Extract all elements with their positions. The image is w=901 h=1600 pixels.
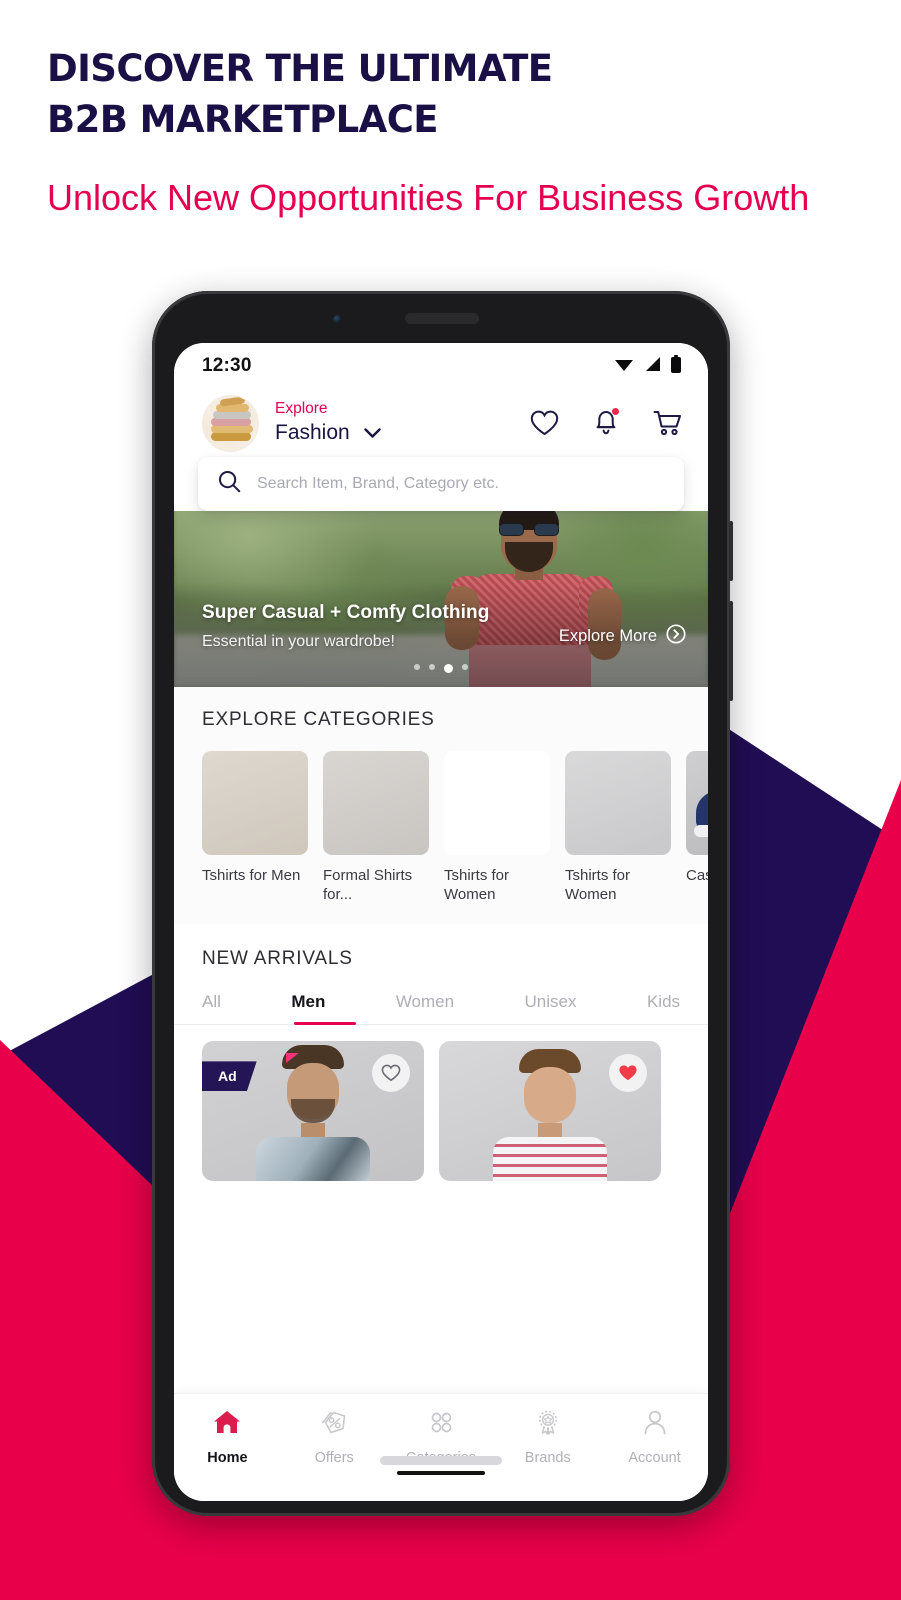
grid-dots-icon — [426, 1408, 456, 1441]
product-model-image — [485, 1049, 615, 1182]
tabs-divider — [174, 1022, 708, 1026]
category-card[interactable]: Tshirts for Men — [202, 751, 308, 904]
search-input[interactable] — [257, 475, 664, 493]
search-bar-wrapper — [174, 457, 708, 511]
nav-item-brands[interactable]: Brands — [502, 1408, 594, 1466]
category-label: Casual Shoes — [686, 867, 708, 884]
promo-headline-line1: DISCOVER THE ULTIMATE — [47, 47, 553, 90]
explore-categories-title: EXPLORE CATEGORIES — [202, 709, 435, 730]
status-bar-time: 12:30 — [202, 355, 252, 376]
notifications-icon[interactable] — [590, 407, 622, 439]
status-bar-icons — [614, 354, 682, 378]
banner-cta-label: Explore More — [558, 627, 657, 645]
explore-category-selector[interactable]: Explore Fashion — [275, 400, 381, 445]
earpiece-speaker — [405, 313, 479, 324]
product-grid[interactable]: Ad — [174, 1025, 708, 1182]
app-header: Explore Fashion — [174, 389, 708, 457]
banner-text-block: Super Casual + Comfy Clothing Essential … — [202, 602, 489, 651]
nav-item-offers[interactable]: Offers — [288, 1408, 380, 1466]
promo-screenshot: DISCOVER THE ULTIMATE B2B MARKETPLACE Un… — [0, 0, 901, 1600]
home-indicator-bar — [397, 1471, 485, 1475]
nav-item-home[interactable]: Home — [181, 1408, 273, 1466]
category-thumbnail — [686, 751, 708, 855]
banner-subtitle: Essential in your wardrobe! — [202, 633, 395, 650]
person-icon — [640, 1408, 670, 1441]
avatar[interactable] — [202, 394, 259, 452]
chevron-down-icon[interactable] — [364, 421, 381, 446]
promo-subheadline: Unlock New Opportunities For Business Gr… — [47, 177, 810, 219]
offers-tag-icon — [319, 1408, 349, 1441]
hero-banner-carousel[interactable]: Super Casual + Comfy Clothing Essential … — [174, 511, 708, 687]
carousel-dot[interactable] — [462, 664, 468, 670]
category-label: Tshirts for Men — [202, 867, 301, 884]
category-card[interactable]: Tshirts for Women — [444, 751, 550, 904]
cellular-signal-icon — [643, 356, 661, 377]
tab-men[interactable]: Men — [291, 992, 325, 1024]
bottom-navigation-bar: Home Offers Brands Account — [174, 1393, 708, 1501]
home-icon — [212, 1408, 242, 1441]
new-arrivals-title: NEW ARRIVALS — [202, 948, 353, 970]
chevron-right-circle-icon — [666, 624, 686, 649]
explore-categories-section: EXPLORE CATEGORIES Tshirts for Men Forma… — [174, 687, 708, 925]
nav-item-account[interactable]: Account — [609, 1408, 701, 1466]
product-card[interactable]: Ad — [202, 1041, 424, 1182]
heart-filled-icon[interactable] — [609, 1054, 647, 1093]
header-actions — [528, 407, 684, 439]
category-label: Formal Shirts for... — [323, 867, 413, 904]
battery-icon — [670, 354, 682, 378]
status-bar: 12:30 — [174, 343, 708, 389]
category-thumbnail — [202, 751, 308, 855]
explore-category-row: Fashion — [275, 421, 381, 446]
category-card[interactable]: Tshirts for Women — [565, 751, 671, 904]
tab-active-underline — [294, 1022, 356, 1026]
nav-label-brands: Brands — [524, 1450, 571, 1466]
nav-label-account: Account — [628, 1450, 681, 1466]
product-model-image — [248, 1045, 378, 1182]
categories-scroller[interactable]: Tshirts for Men Formal Shirts for... Tsh… — [174, 731, 708, 904]
search-icon — [218, 470, 241, 498]
phone-screen: 12:30 Explore Fashion Search Item, Brand… — [174, 343, 708, 1501]
product-card[interactable] — [439, 1041, 661, 1182]
explore-category-label: Fashion — [275, 420, 350, 444]
badge-star-icon — [533, 1408, 563, 1441]
new-arrivals-tabs[interactable]: All Men Women Unisex Kids — [174, 992, 708, 1024]
category-label: Tshirts for Women — [565, 867, 631, 904]
promo-headline-block: DISCOVER THE ULTIMATE B2B MARKETPLACE Un… — [47, 44, 847, 223]
app-scroll-content[interactable]: Super Casual + Comfy Clothing Essential … — [174, 511, 708, 1393]
carousel-dot[interactable] — [414, 664, 420, 670]
tab-women[interactable]: Women — [396, 992, 454, 1024]
carousel-dots[interactable] — [414, 664, 468, 673]
category-label: Tshirts for Women — [444, 867, 510, 904]
notification-badge-dot — [611, 407, 620, 416]
tab-kids[interactable]: Kids — [647, 992, 680, 1024]
home-indicator-pill — [380, 1456, 502, 1465]
cart-icon[interactable] — [652, 407, 684, 439]
category-thumbnail — [323, 751, 429, 855]
category-thumbnail — [444, 751, 550, 855]
phone-volume-button — [729, 521, 733, 581]
home-indicator — [380, 1456, 502, 1475]
banner-title: Super Casual + Comfy Clothing — [202, 602, 490, 623]
new-arrivals-section: NEW ARRIVALS All Men Women Unisex Kids A… — [174, 924, 708, 1182]
wishlist-icon[interactable] — [528, 407, 560, 439]
tab-unisex[interactable]: Unisex — [525, 992, 577, 1024]
banner-explore-more-button[interactable]: Explore More — [559, 624, 686, 649]
category-thumbnail — [565, 751, 671, 855]
nav-label-home: Home — [207, 1450, 248, 1466]
category-card[interactable]: Casual Shoes — [686, 751, 708, 904]
front-camera-icon — [333, 315, 342, 324]
phone-mockup: 12:30 Explore Fashion Search Item, Brand… — [152, 291, 733, 1516]
phone-power-button — [729, 601, 733, 701]
explore-kicker-label: Explore — [275, 400, 328, 418]
ad-ribbon-accent — [286, 1053, 299, 1064]
heart-outline-icon[interactable] — [372, 1054, 410, 1093]
search-bar[interactable] — [198, 457, 684, 511]
wifi-icon — [614, 356, 634, 377]
promo-headline-line2: B2B MARKETPLACE — [47, 97, 439, 141]
tab-all[interactable]: All — [202, 992, 221, 1024]
carousel-dot[interactable] — [429, 664, 435, 670]
nav-label-offers: Offers — [314, 1450, 354, 1466]
carousel-dot-active[interactable] — [444, 664, 453, 673]
category-card[interactable]: Formal Shirts for... — [323, 751, 429, 904]
